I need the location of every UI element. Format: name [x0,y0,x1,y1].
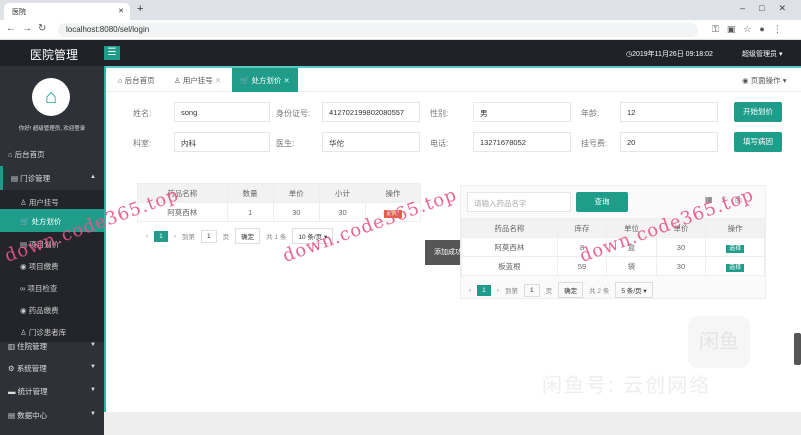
tab-registration[interactable]: ♙ 用户挂号 ✕ [166,68,229,92]
table-row: 板蓝根 59 袋 30 选择 [461,256,765,276]
nav-icons[interactable]: ←→↻ [6,23,52,34]
browser-action-icons[interactable]: ⚿▣☆●⋮ [712,24,790,35]
page-1[interactable]: 1 [154,230,168,242]
page-tabs: ⌂ 后台首页 ♙ 用户挂号 ✕ 🛒 处方划价 ✕ ◉ 页面操作 ▾ [106,66,801,92]
gender-label: 性别: [430,109,449,118]
sidebar-item-outpatient[interactable]: ▤ 门诊管理 ▲ [0,166,104,190]
dept-label: 科室: [133,139,152,148]
sidebar-item-data-center[interactable]: ▤ 数据中心 ▼ [0,403,104,427]
age-field[interactable]: 12 [620,102,718,122]
confirm-button[interactable]: 确定 [558,282,584,298]
app-title: 医院管理 [30,48,79,62]
user-menu[interactable]: 超级管理员 ▾ [742,49,782,59]
top-header: 医院管理 ☰ ◷2019年11月26日 09:18:02 超级管理员 ▾ [0,40,801,66]
sidebar-item-system[interactable]: ⚙ 系统管理 ▼ [0,356,104,380]
sidebar-item-inpatient[interactable]: ▥ 住院管理 ▼ [0,334,104,358]
per-page-select[interactable]: 5 条/页 ▾ [615,282,653,298]
footer [104,412,801,435]
doctor-field[interactable]: 华佗 [322,132,420,152]
id-field[interactable]: 412702199802080557 [322,102,420,122]
address-bar: ←→↻ localhost:8080/sel/login ⚿▣☆●⋮ [0,20,801,40]
browser-tab[interactable]: 医院 ✕ [4,3,130,20]
menu-toggle-icon[interactable]: ☰ [104,46,120,60]
watermark-brand: 闲鱼号: 云创网络 [542,375,712,397]
prev-icon[interactable]: ‹ [469,287,471,294]
url-input[interactable]: localhost:8080/sel/login [58,23,698,37]
hospital-logo-icon: ⌂ [32,78,70,116]
dept-field[interactable]: 内科 [174,132,270,152]
name-label: 姓名: [133,109,152,118]
fill-cause-button[interactable]: 填写病因 [734,132,782,152]
new-tab-icon[interactable]: + [137,3,143,15]
select-button[interactable]: 选择 [726,263,745,272]
phone-label: 电话: [430,139,449,148]
search-button[interactable]: 查询 [576,192,628,212]
page-1[interactable]: 1 [477,284,491,296]
next-icon[interactable]: › [497,287,499,294]
confirm-button[interactable]: 确定 [235,228,261,244]
page-input[interactable]: 1 [523,283,540,297]
welcome-text: 你好! 超级管理员, 欢迎登录 [18,126,86,132]
phone-field[interactable]: 13271678052 [473,132,571,152]
name-field[interactable]: song [174,102,270,122]
fee-label: 挂号费: [581,139,608,148]
page-ops-menu[interactable]: ◉ 页面操作 ▾ [734,68,795,92]
select-button[interactable]: 选择 [726,244,745,253]
browser-tab-bar: 医院 ✕ + –□✕ [0,0,801,20]
sidebar-item-drug-payment[interactable]: ◉ 药品缴费 [0,298,104,322]
tab-home[interactable]: ⌂ 后台首页 [110,68,163,92]
gender-field[interactable]: 男 [473,102,571,122]
next-icon[interactable]: › [174,233,176,240]
window-controls[interactable]: –□✕ [740,3,800,14]
fee-field[interactable]: 20 [620,132,718,152]
close-icon[interactable]: ✕ [118,7,124,15]
tab-prescription[interactable]: 🛒 处方划价 ✕ [232,68,298,92]
sidebar-item-statistics[interactable]: ▬ 统计管理 ▼ [0,379,104,403]
datetime: ◷2019年11月26日 09:18:02 [626,51,713,58]
side-scroll-handle[interactable] [794,333,801,365]
id-label: 身份证号: [276,109,311,118]
sidebar-item-home[interactable]: ⌂ 后台首页 [0,142,104,166]
page-input[interactable]: 1 [200,229,217,243]
main-content: ⌂ 后台首页 ♙ 用户挂号 ✕ 🛒 处方划价 ✕ ◉ 页面操作 ▾ 姓名: so… [104,66,801,435]
sidebar-item-item-check[interactable]: ∞ 项目检查 [0,276,104,300]
age-label: 年龄: [581,109,600,118]
drug-pager: ‹ 1 › 到第 1 页 确定共 2 条 5 条/页 ▾ [469,282,653,298]
tab-title: 医院 [12,9,26,16]
start-pricing-button[interactable]: 开始划价 [734,102,782,122]
prev-icon[interactable]: ‹ [146,233,148,240]
doctor-label: 医生: [276,139,295,148]
drug-search-input[interactable]: 请输入药品名字 [467,192,571,212]
watermark-logo: 闲鱼 [688,316,750,368]
